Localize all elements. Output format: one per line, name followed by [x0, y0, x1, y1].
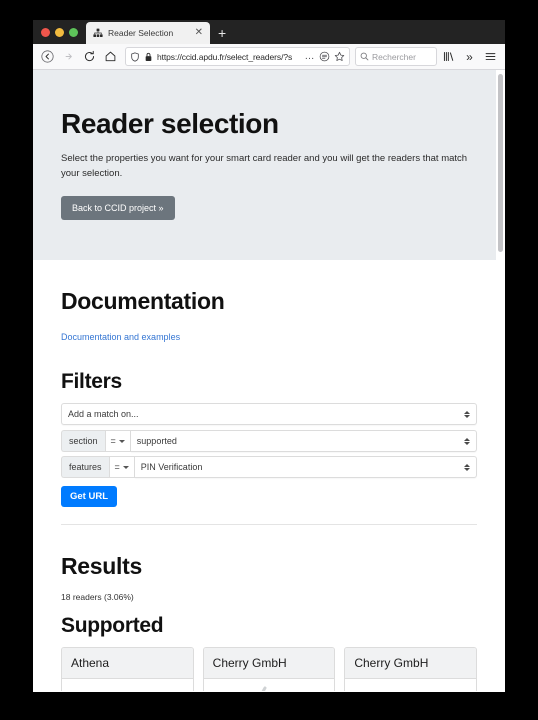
close-tab-icon[interactable]: ✕ [193, 28, 205, 38]
reader-vendor-name: Cherry GmbH [345, 648, 477, 680]
results-heading: Results [61, 553, 142, 580]
filter-operator-label: = [114, 462, 120, 473]
main-content: Documentation Documentation and examples… [33, 260, 505, 691]
reader-vendor-name: Cherry GmbH [203, 648, 335, 680]
browser-window: Reader Selection ✕ + https://ccid.apdu.f… [33, 20, 505, 692]
overflow-menu-icon[interactable]: » [460, 47, 479, 66]
search-input[interactable]: Rechercher [372, 52, 416, 62]
add-match-placeholder: Add a match on... [68, 409, 139, 420]
search-icon [360, 52, 369, 61]
filter-row-features: features = PIN Verification [61, 456, 477, 479]
navigation-toolbar: https://ccid.apdu.fr/select_readers/?s …… [33, 44, 505, 70]
stepper-icon [464, 410, 470, 418]
home-button[interactable] [101, 47, 120, 66]
stepper-icon [464, 463, 470, 471]
minimize-window-button[interactable] [55, 27, 64, 37]
reader-view-icon[interactable] [319, 51, 330, 62]
filter-value-select[interactable]: supported [130, 430, 477, 453]
page-scrollbar[interactable] [496, 70, 505, 691]
library-icon[interactable] [439, 47, 458, 66]
forward-button[interactable] [59, 47, 78, 66]
page-content: Reader selection Select the properties y… [33, 70, 505, 691]
stepper-icon [464, 437, 470, 445]
filter-operator-select[interactable]: = [104, 430, 131, 453]
reader-card[interactable]: Cherry GmbH [344, 647, 478, 691]
new-tab-button[interactable]: + [210, 22, 234, 44]
reader-cards-row: Athena Cherry GmbH Cherry GmbH [61, 647, 478, 691]
chevron-down-icon [122, 465, 129, 469]
tab-favicon-icon [93, 28, 103, 38]
hamburger-menu-icon[interactable] [481, 47, 500, 66]
maximize-window-button[interactable] [69, 27, 78, 37]
tab-strip: Reader Selection ✕ + [33, 20, 505, 44]
get-url-button[interactable]: Get URL [61, 486, 117, 508]
filter-key-label: features [61, 456, 109, 479]
lock-icon[interactable] [144, 52, 153, 62]
filter-value-select[interactable]: PIN Verification [134, 456, 477, 479]
page-title: Reader selection [61, 108, 279, 139]
page-viewport: Reader selection Select the properties y… [33, 70, 505, 691]
documentation-and-examples-link[interactable]: Documentation and examples [61, 332, 180, 342]
results-count: 18 readers (3.06%) [61, 592, 134, 603]
camera-placeholder-image [345, 679, 476, 691]
reader-card[interactable]: Cherry GmbH [202, 647, 336, 691]
page-actions-icon[interactable]: … [305, 51, 316, 62]
scrollbar-thumb[interactable] [498, 74, 503, 252]
filter-row-section: section = supported [61, 430, 477, 453]
tab-title: Reader Selection [108, 28, 174, 38]
url-text: https://ccid.apdu.fr/select_readers/?s [157, 51, 293, 62]
documentation-heading: Documentation [61, 288, 225, 315]
reader-card[interactable]: Athena [61, 647, 194, 691]
pinpad-reader-image [204, 679, 335, 691]
browser-tab-reader-selection[interactable]: Reader Selection ✕ [86, 22, 210, 44]
add-a-match-on-select[interactable]: Add a match on... [61, 403, 477, 426]
hero-jumbotron: Reader selection Select the properties y… [33, 70, 505, 261]
supported-subheading: Supported [61, 614, 164, 638]
back-button[interactable] [38, 47, 57, 66]
filter-value-label: PIN Verification [140, 462, 203, 473]
bookmark-star-icon[interactable] [334, 51, 345, 62]
close-window-button[interactable] [41, 27, 50, 37]
reload-button[interactable] [80, 47, 99, 66]
filter-operator-select[interactable]: = [108, 456, 135, 479]
shield-icon[interactable] [130, 51, 140, 62]
hero-subtitle: Select the properties you want for your … [61, 153, 468, 179]
keyboard-reader-image [62, 679, 193, 691]
back-to-ccid-project-button[interactable]: Back to CCID project » [61, 196, 175, 221]
filter-value-label: supported [136, 436, 177, 447]
chevron-down-icon [118, 439, 125, 443]
search-bar[interactable]: Rechercher [355, 47, 437, 66]
reader-vendor-name: Athena [62, 648, 193, 680]
filters-heading: Filters [61, 370, 122, 394]
url-bar[interactable]: https://ccid.apdu.fr/select_readers/?s … [125, 47, 350, 66]
filter-operator-label: = [110, 436, 116, 447]
filter-key-label: section [61, 430, 105, 453]
window-traffic-lights [39, 20, 86, 44]
